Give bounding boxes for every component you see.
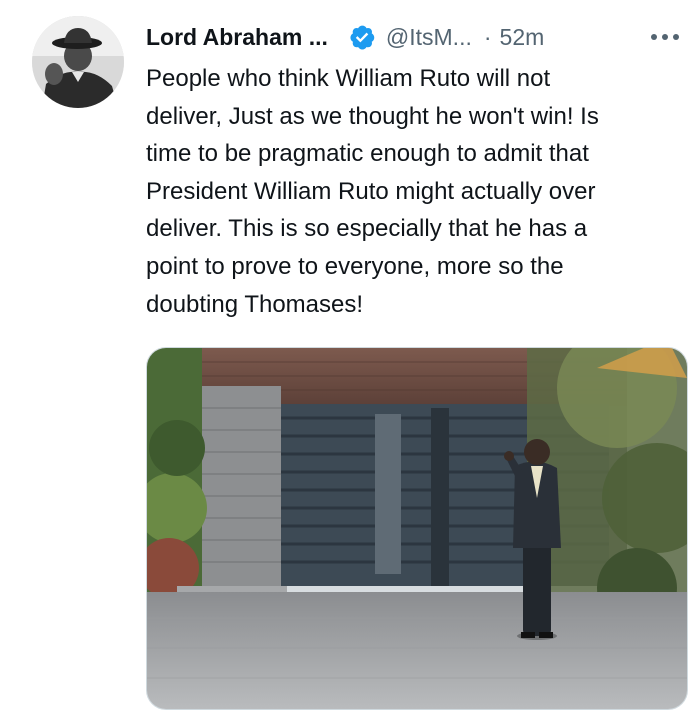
tweet-text: People who think William Ruto will not d… xyxy=(146,65,599,318)
tweet-timestamp[interactable]: 52m xyxy=(500,24,545,51)
author-handle[interactable]: @ItsM... xyxy=(386,24,472,51)
author-avatar[interactable] xyxy=(32,16,124,108)
verified-badge-icon xyxy=(350,25,375,50)
tweet-header: Lord Abraham ... @ItsM... · 52m xyxy=(146,18,682,56)
tweet-media-photo[interactable] xyxy=(146,347,688,710)
meta-separator: · xyxy=(483,23,492,50)
more-options-icon[interactable] xyxy=(648,22,682,52)
author-display-name[interactable]: Lord Abraham ... xyxy=(146,24,328,51)
